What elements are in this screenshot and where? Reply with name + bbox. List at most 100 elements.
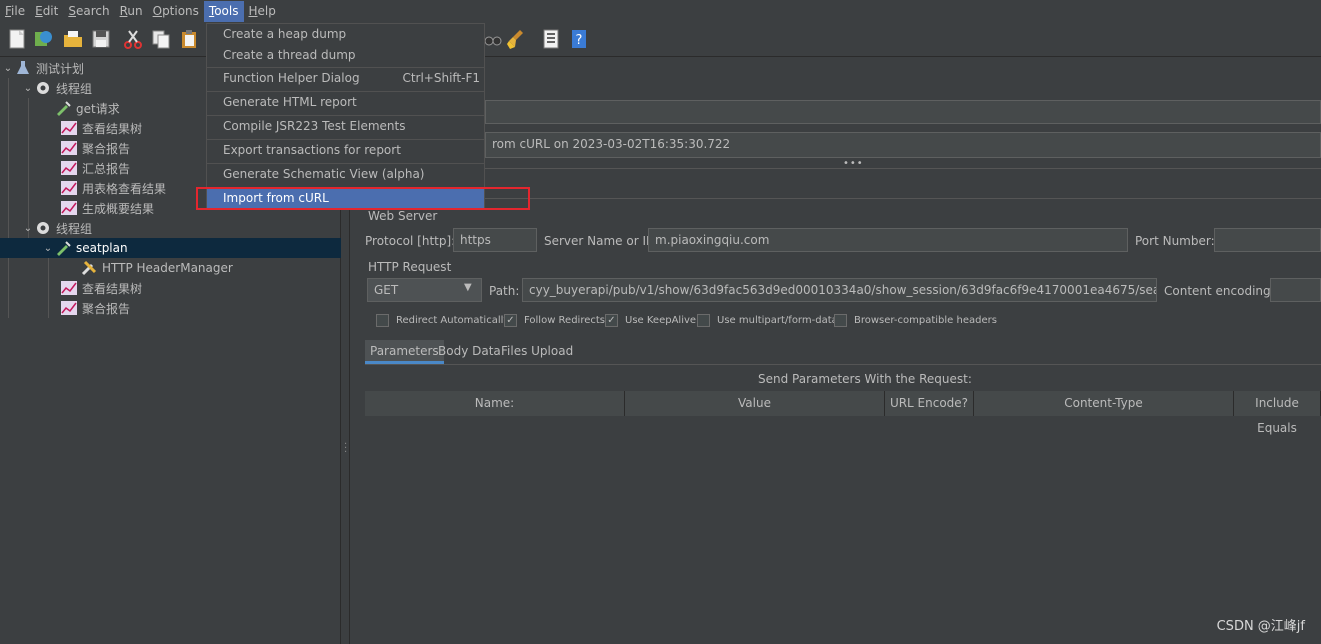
tab-files-upload[interactable]: Files Upload [496, 340, 578, 364]
wrench-icon [81, 260, 97, 276]
tree-node-label: 生成概要结果 [82, 201, 155, 216]
port-input[interactable] [1214, 228, 1321, 252]
tree-node-label: 查看结果树 [82, 281, 143, 296]
log-viewer-icon[interactable] [540, 28, 562, 50]
flask-icon [17, 61, 29, 74]
tree-node-label: 聚合报告 [82, 301, 131, 316]
tree-node-label: HTTP HeaderManager [102, 261, 233, 275]
divider [365, 364, 1321, 365]
tree-node-thread-group[interactable]: ⌄ 线程组 [0, 218, 341, 238]
pipette-icon [57, 241, 71, 256]
name-field[interactable] [485, 100, 1321, 124]
graph-icon [61, 121, 77, 135]
copy-icon[interactable] [150, 28, 172, 50]
params-title: Send Parameters With the Request: [758, 372, 972, 386]
checkbox-label: Browser-compatible headers [854, 315, 997, 326]
toolbar: ? [0, 23, 1321, 57]
tree-node-label: seatplan [76, 241, 128, 255]
menu-item-function-helper[interactable]: Function Helper Dialog Ctrl+Shift-F1 [207, 68, 484, 89]
graph-icon [61, 201, 77, 215]
tab-parameters[interactable]: Parameters [365, 340, 444, 364]
new-file-icon[interactable] [6, 28, 28, 50]
checkbox-label: Use multipart/form-data [717, 315, 838, 326]
menu-file[interactable]: File [0, 1, 30, 22]
redirect-auto-checkbox[interactable] [376, 314, 389, 327]
server-input[interactable]: m.piaoxingqiu.com [648, 228, 1128, 252]
help-icon[interactable]: ? [568, 28, 590, 50]
tree-node-label: 汇总报告 [82, 161, 131, 176]
method-value: GET [374, 283, 399, 297]
menu-run[interactable]: Run [115, 1, 148, 22]
svg-text:?: ? [576, 33, 583, 48]
tree-node-label: 用表格查看结果 [82, 181, 167, 196]
open-folder-icon[interactable] [62, 28, 84, 50]
checkbox-label: Redirect Automatically [396, 315, 510, 326]
checkbox-label: Follow Redirects [524, 315, 605, 326]
paste-icon[interactable] [178, 28, 200, 50]
gear-icon [37, 82, 49, 94]
browser-headers-checkbox[interactable] [834, 314, 847, 327]
menu-tools[interactable]: Tools [203, 1, 244, 22]
pipette-icon [57, 101, 71, 116]
tab-body-data[interactable]: Body Data [433, 340, 506, 364]
column-header-value[interactable]: Value [625, 391, 885, 416]
encoding-label: Content encoding: [1164, 284, 1275, 298]
tree-node-sampler-selected[interactable]: ⌄ seatplan [0, 238, 341, 258]
splitter-grip-icon: · · · [344, 439, 348, 458]
web-server-title: Web Server [368, 209, 438, 223]
menu-item-compile-jsr223[interactable]: Compile JSR223 Test Elements [207, 116, 484, 137]
multipart-checkbox[interactable] [697, 314, 710, 327]
templates-icon[interactable] [32, 28, 54, 50]
broom-icon[interactable] [506, 28, 528, 50]
comments-field[interactable]: rom cURL on 2023-03-02T16:35:30.722 [485, 132, 1321, 158]
protocol-input[interactable]: https [453, 228, 537, 252]
save-icon[interactable] [90, 28, 112, 50]
gear-icon [37, 222, 49, 234]
chevron-down-icon[interactable]: ▼ [464, 282, 472, 293]
cut-icon[interactable] [122, 28, 144, 50]
tree-node-listener[interactable]: 查看结果树 [0, 278, 341, 298]
binoculars-icon[interactable] [482, 28, 504, 50]
path-label: Path: [489, 284, 520, 298]
menu-search[interactable]: Search [63, 1, 114, 22]
menu-help[interactable]: Help [244, 1, 281, 22]
chevron-down-icon[interactable]: ⌄ [2, 63, 14, 74]
tree-node-label: 查看结果树 [82, 121, 143, 136]
tree-node-label: 测试计划 [36, 61, 85, 76]
chevron-down-icon[interactable]: ⌄ [22, 83, 34, 94]
encoding-input[interactable] [1270, 278, 1321, 302]
column-header-name[interactable]: Name: [365, 391, 625, 416]
path-input[interactable]: cyy_buyerapi/pub/v1/show/63d9fac563d9ed0… [522, 278, 1157, 302]
graph-icon [61, 181, 77, 195]
column-header-content-type[interactable]: Content-Type [974, 391, 1234, 416]
tree-node-label: 线程组 [56, 81, 93, 96]
column-header-url-encode[interactable]: URL Encode? [885, 391, 974, 416]
menu-item-schematic-view[interactable]: Generate Schematic View (alpha) [207, 164, 484, 185]
menu-item-export-transactions[interactable]: Export transactions for report [207, 140, 484, 161]
menu-options[interactable]: Options [148, 1, 204, 22]
graph-icon [61, 281, 77, 295]
http-request-title: HTTP Request [368, 260, 452, 274]
graph-icon [61, 141, 77, 155]
menu-bar: File Edit Search Run Options Tools Help [0, 0, 1321, 23]
keepalive-checkbox[interactable]: ✓ [605, 314, 618, 327]
tree-node-listener[interactable]: 聚合报告 [0, 298, 341, 318]
menu-item-thread-dump[interactable]: Create a thread dump [207, 45, 484, 66]
menu-edit[interactable]: Edit [30, 1, 63, 22]
tree-node-label: 线程组 [56, 221, 93, 236]
tree-node-label: 聚合报告 [82, 141, 131, 156]
menu-item-html-report[interactable]: Generate HTML report [207, 92, 484, 113]
tools-menu-dropdown: Create a heap dump Create a thread dump … [206, 23, 485, 210]
tree-node-label: get请求 [76, 101, 120, 116]
highlight-annotation-box [196, 187, 530, 210]
menu-item-heap-dump[interactable]: Create a heap dump [207, 24, 484, 45]
chevron-down-icon[interactable]: ⌄ [22, 223, 34, 234]
http-request-panel: rom cURL on 2023-03-02T16:35:30.722 ••• … [351, 58, 1321, 644]
chevron-down-icon[interactable]: ⌄ [42, 243, 54, 254]
follow-redirects-checkbox[interactable]: ✓ [504, 314, 517, 327]
column-header-include-equals[interactable]: Include Equals [1234, 391, 1321, 435]
tree-node-config[interactable]: HTTP HeaderManager [0, 258, 341, 278]
server-label: Server Name or IP: [544, 234, 658, 248]
watermark: CSDN @江峰jf [1216, 619, 1305, 634]
checkbox-label: Use KeepAlive [625, 315, 697, 326]
